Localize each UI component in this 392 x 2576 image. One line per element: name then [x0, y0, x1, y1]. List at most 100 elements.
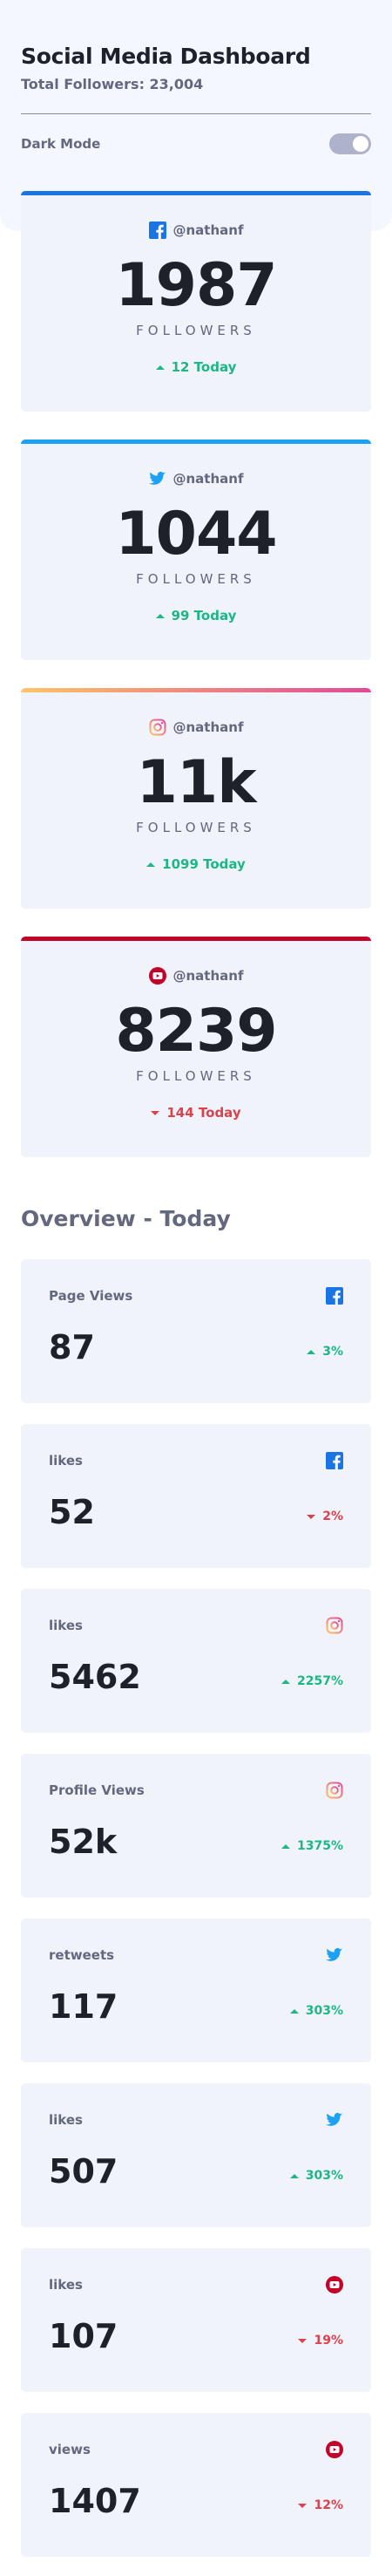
metric-change-value: 303% [305, 2004, 343, 2018]
overview-card[interactable]: likes 52 2% [21, 1424, 371, 1568]
follower-card-youtube[interactable]: @nathanf 8239 FOLLOWERS 144 Today [21, 937, 371, 1157]
metric-value: 5462 [49, 1658, 141, 1696]
overview-card-bottom: 87 3% [49, 1329, 343, 1366]
metric-change-value: 3% [322, 1345, 343, 1359]
today-change: 144 Today [21, 1105, 371, 1121]
overview-card-bottom: 1407 12% [49, 2483, 343, 2519]
arrow-up-icon [155, 365, 165, 370]
dark-mode-row: Dark Mode [21, 132, 371, 156]
overview-card-bottom: 117 303% [49, 1988, 343, 2025]
follower-card-body: @nathanf 11k FOLLOWERS 1099 Today [21, 692, 371, 909]
instagram-icon [326, 1782, 343, 1799]
metric-label: retweets [49, 1947, 115, 1963]
arrow-up-icon [146, 862, 156, 867]
follower-card-twitter[interactable]: @nathanf 1044 FOLLOWERS 99 Today [21, 440, 371, 660]
arrow-down-icon [151, 1110, 160, 1115]
arrow-up-icon [281, 1679, 290, 1684]
total-followers: Total Followers: 23,004 [21, 76, 204, 92]
twitter-icon [326, 1946, 343, 1964]
instagram-icon [326, 1617, 343, 1634]
overview-card-bottom: 52k 1375% [49, 1823, 343, 1860]
instagram-icon [149, 719, 166, 736]
arrow-down-icon [298, 2503, 308, 2508]
overview-card[interactable]: retweets 117 303% [21, 1918, 371, 2062]
today-value: 144 Today [166, 1105, 241, 1121]
overview-cards: Page Views 87 3% likes 52 2% likes 5462 … [21, 1259, 371, 2557]
overview-card-bottom: 52 2% [49, 1494, 343, 1530]
metric-change-value: 19% [314, 2334, 343, 2348]
handle: @nathanf [172, 222, 244, 238]
handle: @nathanf [172, 719, 244, 735]
today-change: 99 Today [21, 608, 371, 624]
today-value: 12 Today [171, 359, 237, 375]
metric-label: views [49, 2442, 91, 2457]
overview-card-top: Profile Views [49, 1754, 343, 1799]
metric-change: 2% [307, 1509, 343, 1530]
overview-card[interactable]: views 1407 12% [21, 2413, 371, 2557]
metric-change: 303% [289, 2169, 343, 2190]
handle-row: @nathanf [21, 220, 371, 241]
overview-card[interactable]: likes 107 19% [21, 2248, 371, 2392]
twitter-icon [326, 2111, 343, 2129]
facebook-icon [326, 1452, 343, 1469]
handle-row: @nathanf [21, 717, 371, 738]
metric-label: likes [49, 2112, 83, 2128]
overview-card-bottom: 107 19% [49, 2318, 343, 2355]
followers-label: FOLLOWERS [136, 323, 256, 338]
dark-mode-toggle[interactable] [329, 133, 371, 154]
arrow-up-icon [155, 613, 165, 618]
dark-mode-label: Dark Mode [21, 136, 101, 152]
follower-cards: @nathanf 1987 FOLLOWERS 12 Today @nathan… [21, 191, 371, 1157]
overview-card-top: likes [49, 2248, 343, 2293]
follower-count: 1044 [115, 500, 277, 569]
overview-card-bottom: 507 303% [49, 2153, 343, 2190]
metric-label: Page Views [49, 1288, 133, 1304]
follower-card-body: @nathanf 1987 FOLLOWERS 12 Today [21, 195, 371, 412]
overview-card-top: likes [49, 2083, 343, 2129]
divider [21, 113, 371, 114]
overview-card[interactable]: Profile Views 52k 1375% [21, 1754, 371, 1898]
arrow-down-icon [307, 1514, 316, 1519]
youtube-icon [148, 967, 166, 985]
overview-card-top: likes [49, 1424, 343, 1469]
metric-change-value: 12% [314, 2498, 343, 2512]
facebook-icon [326, 1287, 343, 1305]
header: Social Media Dashboard Total Followers: … [21, 0, 371, 156]
handle-row: @nathanf [21, 965, 371, 986]
metric-value: 1407 [49, 2482, 141, 2520]
metric-change: 303% [289, 2004, 343, 2025]
followers-label: FOLLOWERS [136, 820, 256, 835]
youtube-icon [326, 2441, 343, 2458]
toggle-knob [353, 136, 368, 152]
metric-value: 107 [49, 2317, 118, 2355]
arrow-up-icon [281, 1843, 290, 1849]
handle: @nathanf [172, 471, 244, 487]
arrow-up-icon [307, 1349, 316, 1354]
follower-card-body: @nathanf 8239 FOLLOWERS 144 Today [21, 941, 371, 1157]
overview-card-top: Page Views [49, 1259, 343, 1305]
overview-card-top: retweets [49, 1918, 343, 1964]
youtube-icon [326, 2276, 343, 2293]
metric-label: likes [49, 2277, 83, 2293]
arrow-up-icon [289, 2173, 299, 2178]
follower-card-facebook[interactable]: @nathanf 1987 FOLLOWERS 12 Today [21, 191, 371, 412]
page-title: Social Media Dashboard [21, 44, 311, 69]
today-value: 1099 Today [162, 856, 246, 872]
overview-card[interactable]: Page Views 87 3% [21, 1259, 371, 1403]
overview-card[interactable]: likes 5462 2257% [21, 1589, 371, 1733]
facebook-icon [148, 221, 166, 239]
metric-change-value: 2257% [297, 1674, 343, 1688]
overview-card[interactable]: likes 507 303% [21, 2083, 371, 2227]
metric-value: 507 [49, 2152, 118, 2191]
metric-change: 1375% [281, 1839, 343, 1860]
followers-label: FOLLOWERS [136, 1068, 256, 1084]
follower-card-instagram[interactable]: @nathanf 11k FOLLOWERS 1099 Today [21, 688, 371, 909]
overview-card-bottom: 5462 2257% [49, 1659, 343, 1695]
metric-label: Profile Views [49, 1782, 145, 1798]
today-value: 99 Today [171, 608, 237, 624]
today-change: 1099 Today [21, 856, 371, 872]
dashboard: Social Media Dashboard Total Followers: … [0, 0, 392, 2557]
metric-value: 52 [49, 1493, 95, 1531]
metric-change-value: 303% [305, 2169, 343, 2183]
overview-title: Overview - Today [21, 1206, 231, 1231]
